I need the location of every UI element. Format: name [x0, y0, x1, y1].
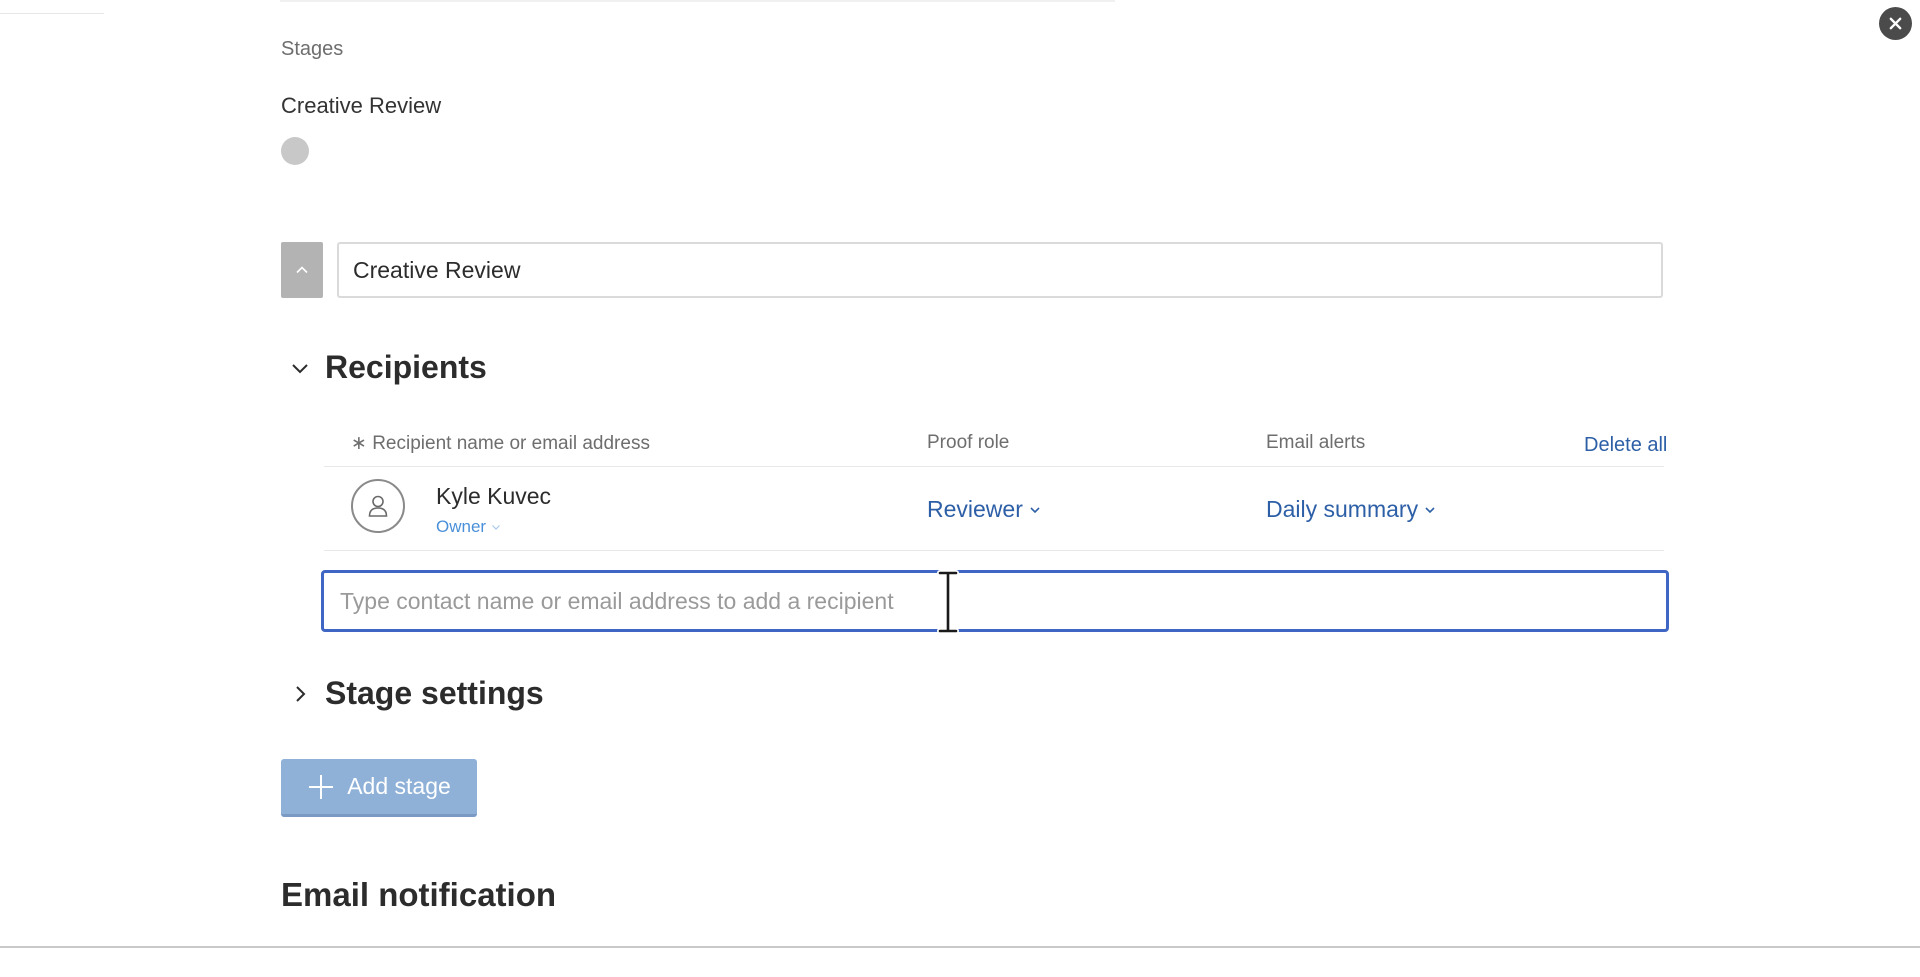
- chevron-down-icon: [292, 363, 308, 373]
- email-alerts-column-header: Email alerts: [1266, 432, 1366, 453]
- recipient-name: Kyle Kuvec: [436, 483, 552, 509]
- stage-indicator-dot[interactable]: [281, 137, 309, 165]
- stage-settings-section-toggle[interactable]: Stage settings: [289, 675, 544, 712]
- divider: [324, 550, 1664, 551]
- divider: [280, 0, 1115, 2]
- chevron-down-icon: [1425, 506, 1435, 513]
- divider: [324, 466, 1664, 467]
- proof-role-dropdown[interactable]: Reviewer: [927, 496, 1041, 523]
- chevron-down-icon: [1030, 506, 1040, 513]
- add-stage-button[interactable]: Add stage: [281, 759, 477, 817]
- proof-role-value: Reviewer: [927, 496, 1023, 522]
- divider: [0, 946, 1920, 948]
- owner-label: Owner: [436, 517, 487, 536]
- text-cursor-icon: [937, 570, 959, 634]
- recipient-owner-dropdown[interactable]: Owner: [436, 517, 501, 537]
- recipient-column-header: ∗ Recipient name or email address: [351, 433, 650, 454]
- proof-role-column-header: Proof role: [927, 432, 1010, 453]
- chevron-right-icon: [296, 685, 306, 702]
- add-recipient-input[interactable]: [321, 570, 1669, 632]
- email-alerts-value: Daily summary: [1266, 496, 1419, 522]
- stage-editor-page: Stages Creative Review Recipients ∗ Reci…: [0, 0, 1920, 977]
- stage-title: Creative Review: [281, 93, 442, 118]
- avatar: [351, 479, 405, 533]
- stages-label: Stages: [281, 38, 344, 60]
- stage-name-input[interactable]: [337, 242, 1663, 298]
- recipients-title: Recipients: [325, 349, 487, 385]
- collapse-stage-button[interactable]: [281, 242, 323, 298]
- divider: [0, 13, 104, 14]
- close-button[interactable]: [1879, 7, 1912, 40]
- email-alerts-dropdown[interactable]: Daily summary: [1266, 496, 1436, 523]
- plus-icon: [309, 774, 334, 799]
- user-icon: [368, 495, 388, 517]
- chevron-up-icon: [296, 266, 308, 274]
- email-notification-title: Email notification: [281, 876, 557, 913]
- recipients-section-toggle[interactable]: Recipients: [289, 349, 487, 386]
- chevron-down-icon: [492, 525, 501, 530]
- add-stage-label: Add stage: [347, 773, 451, 799]
- close-icon: [1889, 17, 1902, 30]
- stage-settings-title: Stage settings: [325, 675, 544, 711]
- delete-all-link[interactable]: Delete all: [1584, 434, 1667, 457]
